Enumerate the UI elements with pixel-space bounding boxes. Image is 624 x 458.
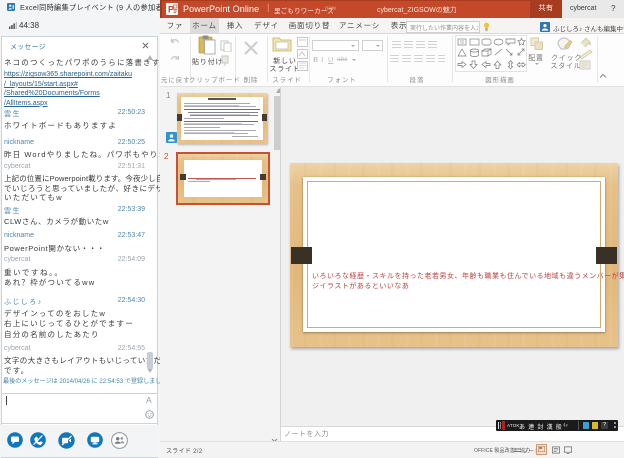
svg-text:P: P — [168, 5, 174, 15]
